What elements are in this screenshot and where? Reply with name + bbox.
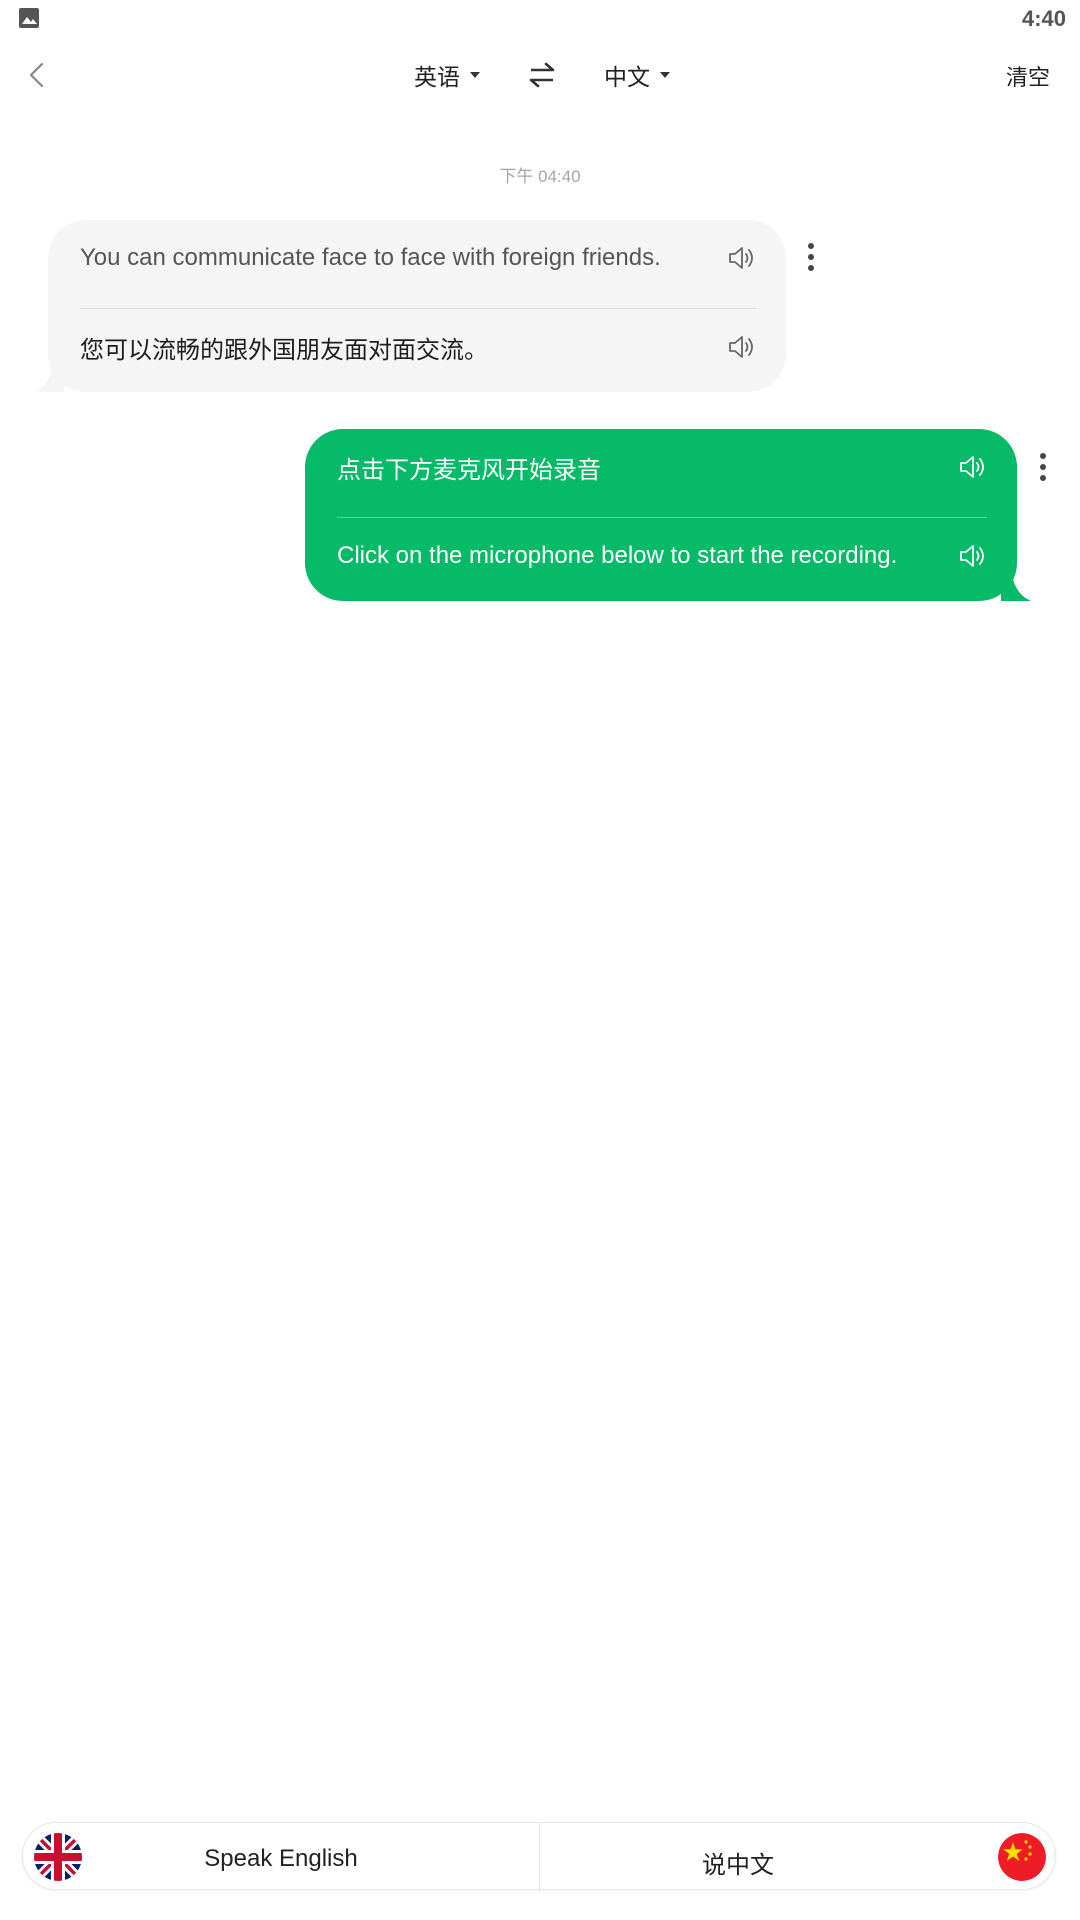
- message-original-row: 点击下方麦克风开始录音: [337, 429, 987, 505]
- status-time: 4:40: [1021, 6, 1066, 31]
- conversation-timestamp: 下午 04:40: [499, 167, 581, 186]
- target-language-select[interactable]: 中文: [604, 52, 670, 98]
- caret-down-icon: [660, 72, 670, 78]
- bubble-tail: [34, 366, 64, 392]
- gallery-icon: [19, 8, 39, 28]
- message-bubble-incoming: You can communicate face to face with fo…: [48, 220, 786, 392]
- message-translation-row: Click on the microphone below to start t…: [337, 518, 987, 594]
- speaker-icon[interactable]: [957, 541, 987, 571]
- message-original-text: You can communicate face to face with fo…: [80, 244, 661, 271]
- speak-bar: Speak English 说中文: [22, 1822, 1056, 1891]
- top-bar: 英语 中文 清空: [0, 40, 1080, 110]
- status-bar: 4:40: [0, 0, 1080, 40]
- china-flag-icon: [998, 1833, 1046, 1881]
- clear-button[interactable]: 清空: [1006, 60, 1050, 92]
- speak-chinese-label: 说中文: [702, 1851, 774, 1879]
- swap-icon[interactable]: [527, 58, 557, 92]
- speak-english-label: Speak English: [204, 1845, 358, 1872]
- message-translation-text: Click on the microphone below to start t…: [337, 542, 898, 569]
- message-translation-row: 您可以流畅的跟外国朋友面对面交流。: [80, 309, 756, 385]
- speaker-icon[interactable]: [726, 243, 756, 273]
- bubble-tail: [1001, 575, 1031, 601]
- speaker-icon[interactable]: [957, 452, 987, 482]
- speaker-icon[interactable]: [726, 332, 756, 362]
- message-translation-text: 您可以流畅的跟外国朋友面对面交流。: [80, 335, 488, 364]
- caret-down-icon: [470, 72, 480, 78]
- message-bubble-outgoing: 点击下方麦克风开始录音 Click on the microphone belo…: [305, 429, 1017, 601]
- target-language-label: 中文: [604, 65, 650, 91]
- more-vertical-icon[interactable]: [801, 240, 821, 280]
- source-language-label: 英语: [414, 65, 460, 91]
- back-arrow-icon[interactable]: [22, 58, 54, 92]
- message-original-row: You can communicate face to face with fo…: [80, 220, 756, 296]
- speak-english-button[interactable]: Speak English: [23, 1823, 539, 1891]
- more-vertical-icon[interactable]: [1033, 450, 1053, 490]
- source-language-select[interactable]: 英语: [414, 52, 480, 98]
- speak-chinese-button[interactable]: 说中文: [540, 1823, 1056, 1891]
- message-original-text: 点击下方麦克风开始录音: [337, 455, 601, 484]
